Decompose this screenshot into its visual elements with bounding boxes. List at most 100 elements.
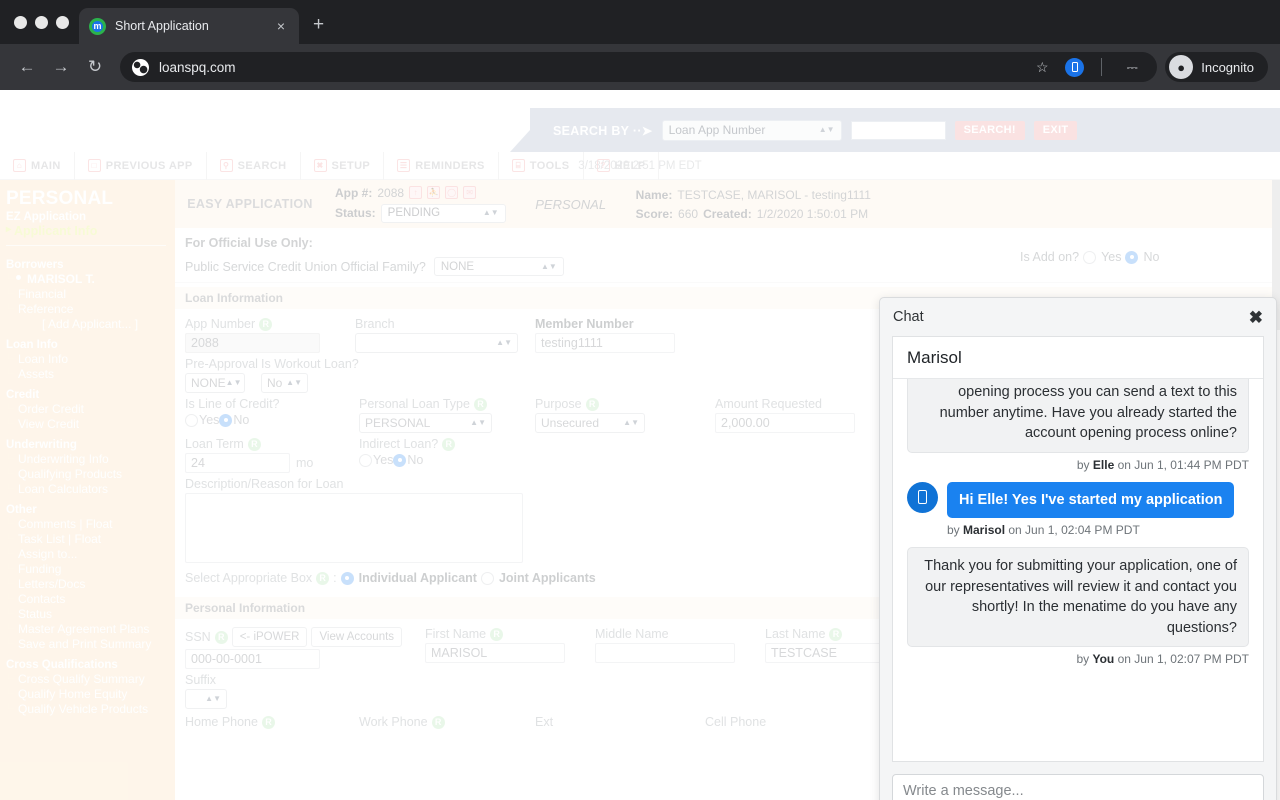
incognito-indicator[interactable]: ● Incognito: [1165, 52, 1268, 82]
sidebar-item-funding[interactable]: Funding: [2, 561, 175, 577]
add-on-yes-radio[interactable]: [1083, 250, 1097, 264]
amount-requested-input[interactable]: 2,000.00: [715, 413, 855, 433]
address-bar[interactable]: loanspq.com ☆ ⎓: [120, 52, 1158, 82]
chat-contact-name: Marisol: [893, 337, 1263, 379]
status-value: PENDING: [387, 207, 441, 219]
meta-timestamp: on Jun 1, 02:07 PM PDT: [1114, 652, 1249, 667]
add-on-no-radio[interactable]: [1125, 250, 1139, 264]
sidebar-item-cross-qualify-summary[interactable]: Cross Qualify Summary: [2, 671, 175, 687]
chat-message-list[interactable]: opening process you can send a text to t…: [893, 379, 1263, 761]
line-of-credit-no-radio[interactable]: [219, 413, 233, 427]
sidebar-item-add-applicant[interactable]: [ Add Applicant... ]: [2, 317, 175, 332]
mobile-device-icon[interactable]: [1065, 57, 1085, 77]
sidebar-item-reference[interactable]: Reference: [2, 301, 175, 317]
sidebar-item-loan-info[interactable]: Loan Info: [2, 351, 175, 367]
sidebar-item-assign-to[interactable]: Assign to...: [2, 546, 175, 562]
sidebar-item-qualifying-products[interactable]: Qualifying Products: [2, 466, 175, 482]
sidebar-item-loan-calculators[interactable]: Loan Calculators: [2, 481, 175, 497]
sidebar-group-cross-qualifications: Cross Qualifications: [6, 659, 118, 671]
tab-strip: m Short Application × +: [0, 0, 1280, 44]
required-badge-icon: R: [261, 715, 275, 729]
required-badge-icon: R: [259, 317, 273, 331]
message-input[interactable]: Write a message...: [892, 774, 1264, 800]
suffix-select[interactable]: ▲▼: [185, 689, 227, 709]
branch-field-label: Branch: [355, 317, 395, 331]
sidebar-item-status[interactable]: Status: [2, 606, 175, 622]
close-window-button[interactable]: [14, 15, 27, 29]
sidebar-item-task-list-float[interactable]: Task List | Float: [2, 531, 175, 547]
sidebar-item-applicant-info[interactable]: Applicant Info: [2, 224, 175, 240]
search-type-select[interactable]: Loan App Number ▲▼: [661, 119, 842, 141]
search-input[interactable]: [850, 120, 946, 140]
window-traffic-lights[interactable]: [12, 0, 79, 44]
purpose-select[interactable]: Unsecured ▲▼: [535, 413, 645, 433]
ssn-input[interactable]: 000-00-0001: [185, 649, 320, 669]
sidebar-item-contacts[interactable]: Contacts: [2, 591, 175, 607]
label-text: Member Number: [535, 317, 634, 331]
status-select[interactable]: PENDING ▲▼: [380, 203, 506, 223]
loan-term-unit: mo: [296, 456, 314, 470]
member-number-input[interactable]: testing1111: [535, 333, 675, 353]
pre-approval-value: NONE: [191, 376, 226, 390]
exit-button[interactable]: EXIT: [1033, 120, 1078, 140]
indirect-loan-yes-label: Yes: [373, 453, 394, 467]
label-text: Home Phone: [185, 715, 258, 729]
personal-loan-type-value: PERSONAL: [365, 416, 431, 430]
search-button[interactable]: SEARCH!: [954, 120, 1025, 140]
sidebar-item-qualify-vehicle-products[interactable]: Qualify Vehicle Products: [2, 701, 175, 717]
close-icon[interactable]: ×: [273, 17, 289, 35]
line-of-credit-no-label: No: [233, 413, 250, 427]
view-accounts-button[interactable]: View Accounts: [311, 627, 403, 647]
sidebar-item-comments-float[interactable]: Comments | Float: [2, 516, 175, 532]
close-icon[interactable]: ✖: [1249, 309, 1263, 326]
new-tab-button[interactable]: +: [299, 8, 338, 44]
official-family-select[interactable]: NONE ▲▼: [433, 257, 564, 276]
joint-applicants-radio[interactable]: [480, 571, 494, 585]
sidebar-item-marisol-t[interactable]: MARISOL T.: [2, 271, 175, 287]
home-phone-label: Home Phone R: [185, 715, 359, 729]
line-of-credit-yes-label: Yes: [199, 413, 220, 427]
envelope-icon[interactable]: ✉: [463, 186, 477, 199]
loan-term-input[interactable]: 24: [185, 453, 290, 473]
person-icon[interactable]: ⛹: [427, 186, 441, 199]
label-text: Loan Term: [185, 437, 244, 451]
middle-name-input[interactable]: [595, 643, 735, 663]
sidebar-item-save-and-print-summary[interactable]: Save and Print Summary: [2, 636, 175, 652]
workout-loan-select[interactable]: No ▲▼: [261, 373, 308, 393]
branch-select[interactable]: ▲▼: [355, 333, 518, 353]
cast-icon[interactable]: ⎓: [1119, 54, 1145, 80]
sidebar-item-assets[interactable]: Assets: [2, 366, 175, 382]
sidebar-item-master-agreement-plans[interactable]: Master Agreement Plans: [2, 621, 175, 637]
sidebar-item-letters-docs[interactable]: Letters/Docs: [2, 576, 175, 592]
minimize-window-button[interactable]: [35, 15, 48, 29]
personal-loan-type-select[interactable]: PERSONAL ▲▼: [359, 413, 492, 433]
line-of-credit-yes-radio[interactable]: [185, 413, 198, 427]
chat-message-meta: by Elle on Jun 1, 01:44 PM PDT: [907, 458, 1249, 472]
bookmark-star-icon[interactable]: ☆: [1029, 54, 1055, 80]
description-textarea[interactable]: [185, 493, 523, 563]
individual-applicant-radio[interactable]: [340, 571, 354, 585]
first-name-input[interactable]: MARISOL: [425, 643, 565, 663]
purpose-value: Unsecured: [541, 416, 600, 430]
indirect-loan-yes-radio[interactable]: [359, 453, 372, 467]
search-band: SEARCH BY ··➤ Loan App Number ▲▼ SEARCH!…: [0, 108, 1280, 152]
toolbar-divider: [1101, 58, 1103, 76]
comment-icon[interactable]: ◯: [445, 186, 459, 199]
incognito-label: Incognito: [1201, 59, 1254, 75]
maximize-window-button[interactable]: [56, 15, 69, 29]
upload-icon[interactable]: ↑: [409, 186, 423, 199]
sidebar-item-view-credit[interactable]: View Credit: [2, 416, 175, 432]
back-icon[interactable]: ←: [12, 52, 42, 82]
sidebar-item-order-credit[interactable]: Order Credit: [2, 401, 175, 417]
pre-approval-select[interactable]: NONE ▲▼: [185, 373, 245, 393]
chat-panel: Chat ✖ Marisol opening process you can s…: [879, 297, 1277, 800]
browser-tab[interactable]: m Short Application ×: [79, 8, 299, 44]
sidebar-item-financial[interactable]: Financial: [2, 286, 175, 302]
ipower-button[interactable]: <- iPOWER: [231, 627, 308, 647]
forward-icon[interactable]: →: [46, 52, 76, 82]
joint-applicants-label: Joint Applicants: [498, 571, 596, 585]
indirect-loan-no-radio[interactable]: [393, 453, 407, 467]
sidebar-item-underwriting-info[interactable]: Underwriting Info: [2, 451, 175, 467]
reload-icon[interactable]: ↻: [80, 52, 110, 82]
sidebar-item-qualify-home-equity[interactable]: Qualify Home Equity: [2, 686, 175, 702]
